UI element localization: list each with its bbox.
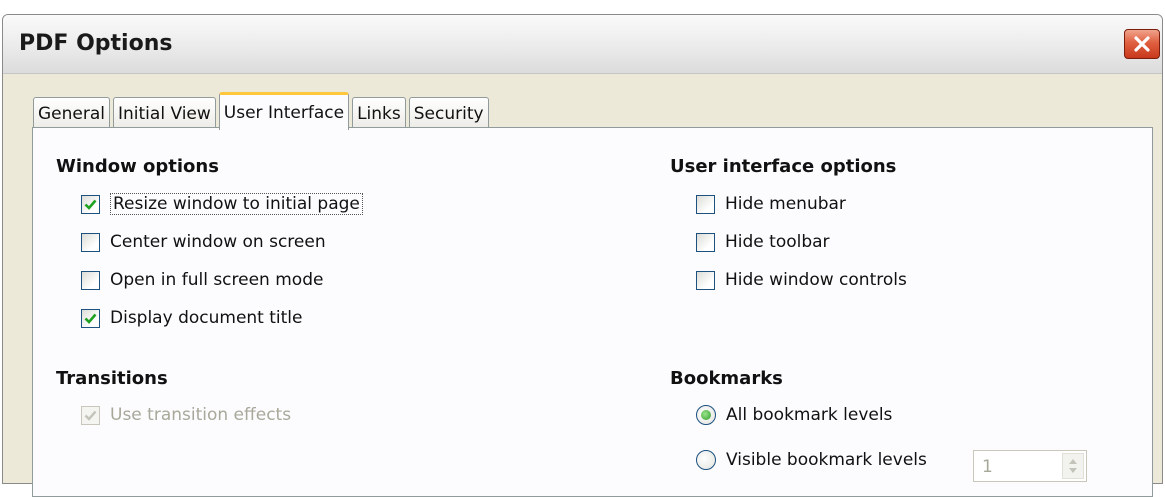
visible-bookmark-levels-radio[interactable]: Visible bookmark levels <box>696 447 927 473</box>
transitions-heading: Transitions <box>56 368 168 389</box>
tab-links[interactable]: Links <box>352 97 406 129</box>
ui-options-heading: User interface options <box>670 156 897 177</box>
tab-security[interactable]: Security <box>408 97 489 129</box>
hide-window-controls-checkbox[interactable]: Hide window controls <box>696 267 907 293</box>
checkbox-label: Use transition effects <box>110 405 292 425</box>
tab-user-interface[interactable]: User Interface <box>218 92 350 130</box>
radio-button <box>696 405 716 425</box>
checkbox-label: Center window on screen <box>110 232 326 252</box>
bookmark-levels-spinbox[interactable]: 1 <box>973 450 1087 482</box>
display-title-checkbox[interactable]: Display document title <box>81 305 302 331</box>
all-bookmark-levels-radio[interactable]: All bookmark levels <box>696 402 892 428</box>
spin-down-icon[interactable] <box>1069 468 1077 473</box>
checkbox-box <box>696 194 715 214</box>
checkbox-box <box>81 405 100 425</box>
checkbox-box <box>81 232 100 252</box>
resize-window-checkbox[interactable]: Resize window to initial page <box>81 191 363 217</box>
close-button[interactable] <box>1124 29 1160 59</box>
checkbox-label: Display document title <box>110 308 303 328</box>
transition-effects-checkbox[interactable]: Use transition effects <box>81 402 291 428</box>
tab-label: Security <box>413 103 484 124</box>
hide-menubar-checkbox[interactable]: Hide menubar <box>696 191 846 217</box>
checkmark-icon <box>84 199 97 210</box>
full-screen-checkbox[interactable]: Open in full screen mode <box>81 267 323 293</box>
bookmarks-heading: Bookmarks <box>670 368 783 389</box>
radio-label: All bookmark levels <box>726 405 893 425</box>
radio-selected-dot <box>701 410 711 420</box>
checkbox-box <box>81 270 100 290</box>
tab-label: Initial View <box>118 103 211 124</box>
tab-general[interactable]: General <box>33 97 110 129</box>
user-interface-panel: Window options Resize window to initial … <box>32 127 1153 497</box>
checkmark-icon <box>84 410 97 421</box>
checkbox-box <box>81 308 100 328</box>
radio-button <box>696 450 716 470</box>
center-window-checkbox[interactable]: Center window on screen <box>81 229 326 255</box>
spin-buttons[interactable] <box>1062 453 1084 479</box>
checkbox-box <box>696 270 715 290</box>
checkbox-label: Hide window controls <box>725 270 907 290</box>
spin-up-icon[interactable] <box>1069 459 1077 464</box>
dialog-title: PDF Options <box>19 31 173 56</box>
title-bar: PDF Options <box>3 15 1162 74</box>
bookmark-levels-value: 1 <box>982 457 993 477</box>
tab-label: User Interface <box>223 102 345 123</box>
hide-toolbar-checkbox[interactable]: Hide toolbar <box>696 229 830 255</box>
checkbox-label: Hide menubar <box>725 194 846 214</box>
close-icon <box>1134 36 1150 52</box>
tab-initial-view[interactable]: Initial View <box>113 97 216 129</box>
checkbox-label: Hide toolbar <box>725 232 830 252</box>
tab-label: Links <box>357 103 401 124</box>
checkbox-box <box>81 194 100 214</box>
checkmark-icon <box>84 313 97 324</box>
checkbox-label: Open in full screen mode <box>110 270 324 290</box>
tab-label: General <box>38 103 105 124</box>
radio-label: Visible bookmark levels <box>726 450 927 470</box>
tab-bar: General Initial View User Interface Link… <box>33 91 492 130</box>
checkbox-label: Resize window to initial page <box>110 193 363 215</box>
window-options-heading: Window options <box>56 156 219 177</box>
checkbox-box <box>696 232 715 252</box>
